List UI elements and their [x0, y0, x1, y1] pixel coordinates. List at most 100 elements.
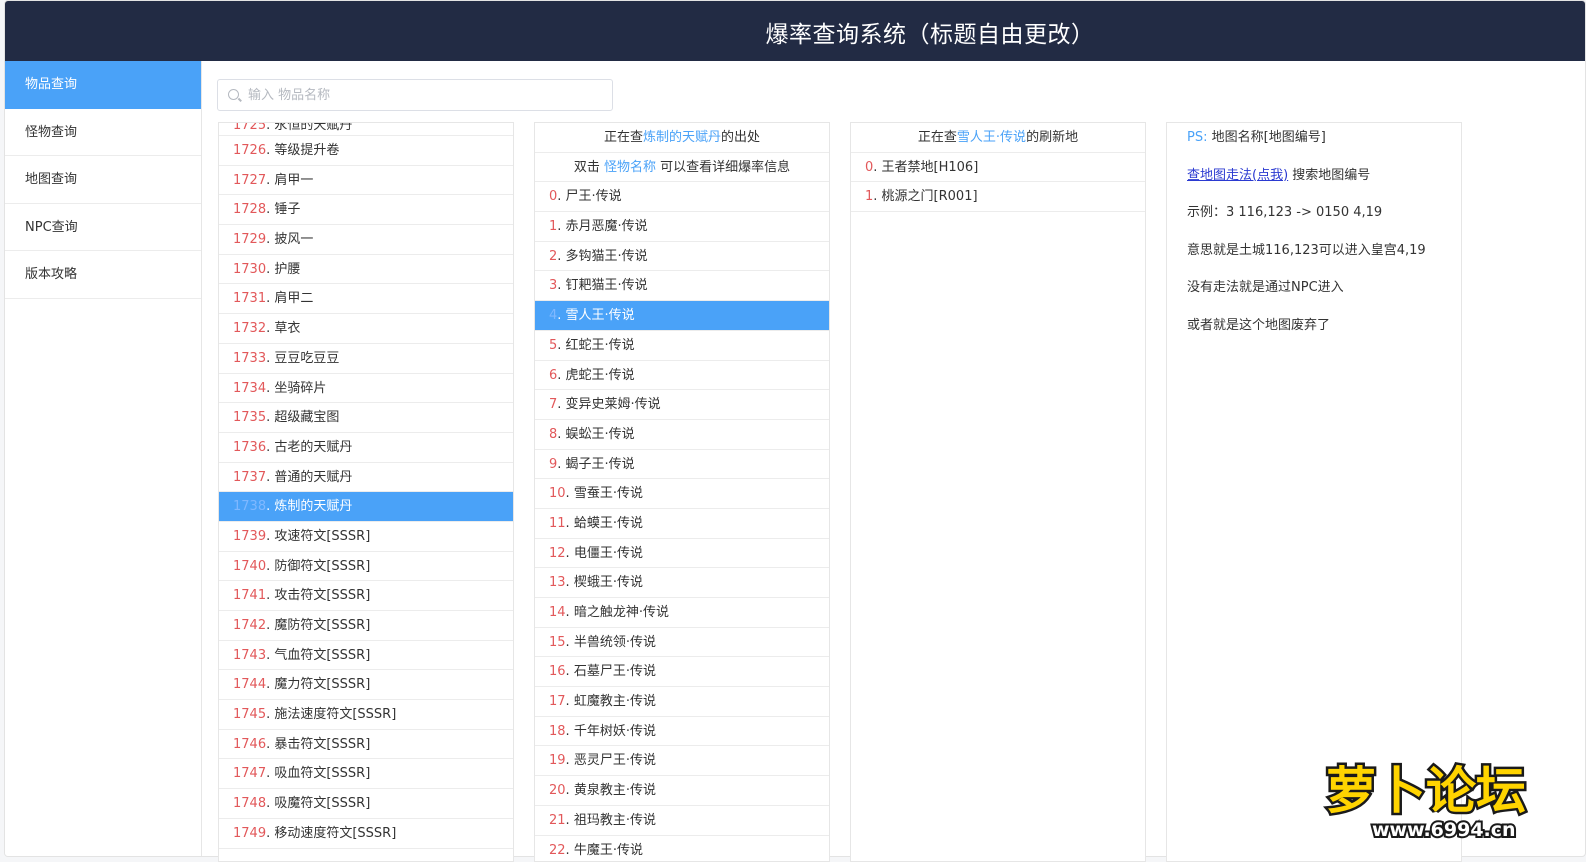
item-number: 10	[549, 486, 566, 501]
item-number: 22	[549, 843, 566, 858]
list-item[interactable]: 1731. 肩甲二	[219, 284, 513, 314]
list-item[interactable]: 1748. 吸魔符文[SSSR]	[219, 789, 513, 819]
list-item[interactable]: 1. 赤月恶魔·传说	[535, 212, 829, 242]
sidebar-item-npc[interactable]: NPC查询	[5, 204, 201, 252]
info-example: 示例：3 116,123 -> 0150 4,19	[1167, 198, 1461, 236]
list-item[interactable]: 1727. 肩甲一	[219, 166, 513, 196]
header-prefix: 正在查	[604, 130, 643, 145]
list-item[interactable]: 10. 雪蚕王·传说	[535, 479, 829, 509]
list-item[interactable]: 13. 楔蛾王·传说	[535, 568, 829, 598]
list-item[interactable]: 1742. 魔防符文[SSSR]	[219, 611, 513, 641]
item-number: 2	[549, 249, 557, 264]
item-number: 1749	[233, 826, 266, 841]
sidebar-item-maps[interactable]: 地图查询	[5, 156, 201, 204]
header-suffix: 的出处	[721, 130, 760, 145]
list-item[interactable]: 1744. 魔力符文[SSSR]	[219, 670, 513, 700]
sidebar-item-monsters[interactable]: 怪物查询	[5, 109, 201, 157]
item-number: 1748	[233, 796, 266, 811]
item-number: 12	[549, 546, 566, 561]
list-item[interactable]: 6. 虎蛇王·传说	[535, 361, 829, 391]
list-item[interactable]: 1749. 移动速度符文[SSSR]	[219, 819, 513, 849]
list-item[interactable]: 16. 石墓尸王·传说	[535, 657, 829, 687]
list-item[interactable]: 8. 蜈蚣王·传说	[535, 420, 829, 450]
list-item[interactable]: 5. 红蛇王·传说	[535, 331, 829, 361]
search-box	[217, 79, 613, 111]
list-item[interactable]: 1739. 攻速符文[SSSR]	[219, 522, 513, 552]
list-item[interactable]: 3. 钉耙猫王·传说	[535, 271, 829, 301]
list-item[interactable]: 17. 虹魔教主·传说	[535, 687, 829, 717]
list-item[interactable]: 0. 王者禁地[H106]	[851, 153, 1145, 183]
item-number: 1741	[233, 588, 266, 603]
list-item[interactable]: 9. 蝎子王·传说	[535, 450, 829, 480]
item-number: 1725	[233, 123, 266, 133]
item-number: 8	[549, 427, 557, 442]
item-number: 1	[549, 219, 557, 234]
list-item[interactable]: 20. 黄泉教主·传说	[535, 776, 829, 806]
map-route-link[interactable]: 查地图走法(点我)	[1187, 168, 1288, 183]
list-item[interactable]: 1737. 普通的天赋丹	[219, 463, 513, 493]
item-name: 攻击符文[SSSR]	[274, 588, 370, 603]
list-item[interactable]: 1733. 豆豆吃豆豆	[219, 344, 513, 374]
item-name: 蝎子王·传说	[566, 457, 635, 472]
item-number: 1744	[233, 677, 266, 692]
item-number: 1747	[233, 766, 266, 781]
list-item[interactable]: 19. 恶灵尸王·传说	[535, 746, 829, 776]
list-item[interactable]: 18. 千年树妖·传说	[535, 717, 829, 747]
list-item[interactable]: 1732. 草衣	[219, 314, 513, 344]
page-title: 爆率查询系统（标题自由更改）	[5, 15, 1585, 49]
list-item[interactable]: 1726. 等级提升卷	[219, 136, 513, 166]
list-item[interactable]: 1730. 护腰	[219, 255, 513, 285]
sidebar-item-items[interactable]: 物品查询	[5, 61, 201, 109]
item-name: 移动速度符文[SSSR]	[274, 826, 396, 841]
forum-watermark-logo: 萝卜论坛 www.6994.cn	[1320, 748, 1550, 844]
sidebar-item-guide[interactable]: 版本攻略	[5, 251, 201, 299]
item-number: 1	[865, 189, 873, 204]
list-item[interactable]: 4. 雪人王·传说	[535, 301, 829, 331]
item-name: 古老的天赋丹	[274, 440, 352, 455]
list-item[interactable]: 1738. 炼制的天赋丹	[219, 492, 513, 522]
item-name: 钉耙猫王·传说	[566, 278, 648, 293]
list-item[interactable]: 1728. 锤子	[219, 195, 513, 225]
list-item[interactable]: 1747. 吸血符文[SSSR]	[219, 759, 513, 789]
list-item[interactable]: 1734. 坐骑碎片	[219, 374, 513, 404]
item-number: 0	[865, 160, 873, 175]
monsters-panel-hint: 双击 怪物名称 可以查看详细爆率信息	[535, 153, 829, 183]
item-name: 电僵王·传说	[574, 546, 643, 561]
list-item[interactable]: 1741. 攻击符文[SSSR]	[219, 581, 513, 611]
item-name: 草衣	[274, 321, 300, 336]
list-item[interactable]: 1746. 暴击符文[SSSR]	[219, 730, 513, 760]
list-item[interactable]: 12. 电僵王·传说	[535, 539, 829, 569]
list-item[interactable]: 2. 多钩猫王·传说	[535, 242, 829, 272]
header-monster-name: 雪人王·传说	[957, 130, 1026, 145]
search-input[interactable]	[248, 84, 598, 106]
link-suffix: 搜索地图编号	[1292, 168, 1370, 183]
list-item-partial[interactable]: 1725. 永恒的天赋丹	[219, 123, 513, 136]
list-item[interactable]: 7. 变异史莱姆·传说	[535, 390, 829, 420]
monsters-list-panel: 正在查炼制的天赋丹的出处 双击 怪物名称 可以查看详细爆率信息 0. 尸王·传说…	[534, 122, 830, 862]
list-item[interactable]: 1743. 气血符文[SSSR]	[219, 641, 513, 671]
list-item[interactable]: 1729. 披风一	[219, 225, 513, 255]
item-number: 1732	[233, 321, 266, 336]
list-item[interactable]: 1. 桃源之门[R001]	[851, 182, 1145, 212]
list-item[interactable]: 0. 尸王·传说	[535, 182, 829, 212]
list-item[interactable]: 1745. 施法速度符文[SSSR]	[219, 700, 513, 730]
item-name: 楔蛾王·传说	[574, 575, 643, 590]
item-number: 1734	[233, 381, 266, 396]
sidebar: 物品查询 怪物查询 地图查询 NPC查询 版本攻略	[5, 61, 202, 857]
item-number: 1742	[233, 618, 266, 633]
item-name: 吸血符文[SSSR]	[274, 766, 370, 781]
list-item-partial[interactable]: 22. 牛魔王·传说	[535, 836, 829, 862]
item-number: 1736	[233, 440, 266, 455]
item-name: 半兽统领·传说	[574, 635, 656, 650]
list-item[interactable]: 11. 蛤蟆王·传说	[535, 509, 829, 539]
list-item[interactable]: 1735. 超级藏宝图	[219, 403, 513, 433]
list-item[interactable]: 15. 半兽统领·传说	[535, 628, 829, 658]
item-name: 炼制的天赋丹	[274, 499, 352, 514]
item-name: 变异史莱姆·传说	[566, 397, 661, 412]
list-item[interactable]: 1736. 古老的天赋丹	[219, 433, 513, 463]
list-item[interactable]: 14. 暗之触龙神·传说	[535, 598, 829, 628]
item-number: 1735	[233, 410, 266, 425]
list-item[interactable]: 1740. 防御符文[SSSR]	[219, 552, 513, 582]
list-item[interactable]: 21. 祖玛教主·传说	[535, 806, 829, 836]
item-name: 蜈蚣王·传说	[566, 427, 635, 442]
